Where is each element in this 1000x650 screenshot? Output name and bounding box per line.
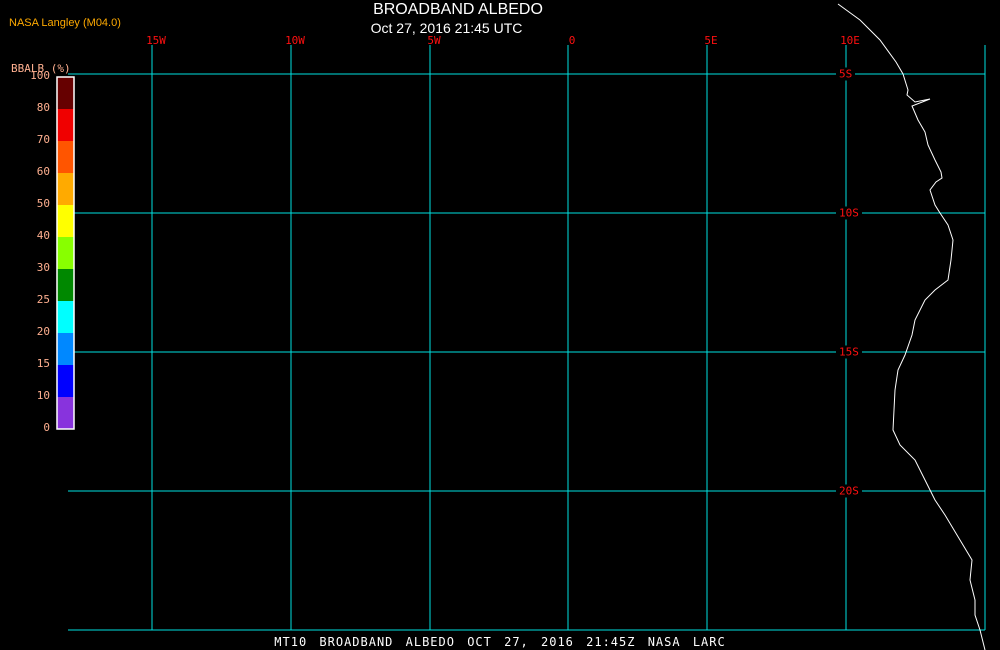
longitude-label: 0 bbox=[568, 34, 576, 47]
colorbar-segment bbox=[57, 397, 74, 429]
colorbar-tick-label: 15 bbox=[36, 357, 50, 370]
colorbar-segment bbox=[57, 109, 74, 141]
organization-label: NASA Langley (M04.0) bbox=[9, 17, 121, 29]
colorbar-tick-label: 50 bbox=[36, 197, 50, 210]
map-title: BROADBAND ALBEDO bbox=[373, 1, 543, 18]
longitude-label: 5W bbox=[427, 34, 441, 47]
latitude-label: 10S bbox=[836, 206, 862, 220]
colorbar-tick-label: 70 bbox=[36, 133, 50, 146]
colorbar-tick-label: 60 bbox=[36, 165, 50, 178]
colorbar-tick-label: 10 bbox=[36, 389, 50, 402]
colorbar-tick-label: 30 bbox=[36, 261, 50, 274]
colorbar-segment bbox=[57, 365, 74, 397]
colorbar-segment bbox=[57, 205, 74, 237]
longitude-label: 10W bbox=[285, 34, 305, 47]
colorbar-segment bbox=[57, 77, 74, 109]
colorbar-segment bbox=[57, 301, 74, 333]
colorbar-segment bbox=[57, 141, 74, 173]
colorbar-segment bbox=[57, 173, 74, 205]
colorbar-segment bbox=[57, 237, 74, 269]
map-figure: BROADBAND ALBEDO Oct 27, 2016 21:45 UTC … bbox=[0, 0, 1000, 650]
footer-caption: MT10 BROADBAND ALBEDO OCT 27, 2016 21:45… bbox=[274, 635, 726, 649]
map-canvas bbox=[56, 3, 986, 650]
longitude-label: 5E bbox=[704, 34, 718, 47]
latitude-label: 15S bbox=[836, 345, 862, 359]
colorbar-tick-label: 25 bbox=[36, 293, 50, 306]
colorbar-tick-label: 80 bbox=[36, 101, 50, 114]
longitude-label: 10E bbox=[840, 34, 860, 47]
colorbar-tick-label: 100 bbox=[30, 69, 50, 82]
colorbar-tick-label: 40 bbox=[36, 229, 50, 242]
colorbar-segment bbox=[57, 269, 74, 301]
latitude-label: 20S bbox=[836, 484, 862, 498]
longitude-label: 15W bbox=[146, 34, 166, 47]
colorbar-tick-label: 0 bbox=[43, 421, 50, 434]
coastline bbox=[837, 3, 986, 650]
colorbar-segment bbox=[57, 333, 74, 365]
latitude-label: 5S bbox=[836, 67, 856, 81]
map-subtitle: Oct 27, 2016 21:45 UTC bbox=[370, 20, 523, 36]
colorbar-tick-label: 20 bbox=[36, 325, 50, 338]
